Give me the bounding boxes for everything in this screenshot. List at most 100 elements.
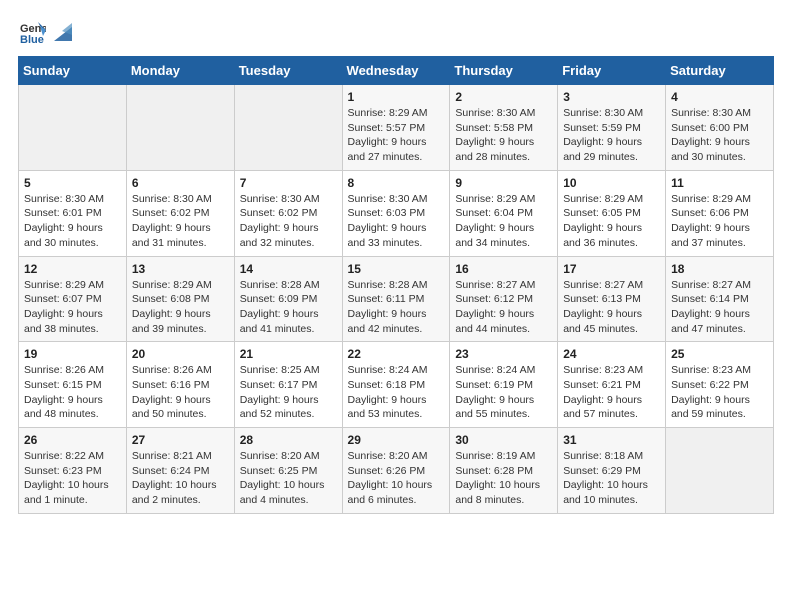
calendar-cell: 8 Sunrise: 8:30 AM Sunset: 6:03 PM Daylig… — [342, 170, 450, 256]
column-header-wednesday: Wednesday — [342, 57, 450, 85]
cell-info: Sunrise: 8:26 AM Sunset: 6:15 PM Dayligh… — [24, 363, 121, 422]
cell-info: Sunrise: 8:20 AM Sunset: 6:26 PM Dayligh… — [348, 449, 445, 508]
cell-info: Sunrise: 8:26 AM Sunset: 6:16 PM Dayligh… — [132, 363, 229, 422]
day-number: 12 — [24, 262, 121, 276]
column-header-monday: Monday — [126, 57, 234, 85]
cell-info: Sunrise: 8:28 AM Sunset: 6:11 PM Dayligh… — [348, 278, 445, 337]
day-number: 8 — [348, 176, 445, 190]
cell-info: Sunrise: 8:30 AM Sunset: 6:00 PM Dayligh… — [671, 106, 768, 165]
cell-info: Sunrise: 8:30 AM Sunset: 6:03 PM Dayligh… — [348, 192, 445, 251]
calendar-cell — [126, 85, 234, 171]
calendar-cell: 13 Sunrise: 8:29 AM Sunset: 6:08 PM Dayli… — [126, 256, 234, 342]
cell-info: Sunrise: 8:25 AM Sunset: 6:17 PM Dayligh… — [240, 363, 337, 422]
calendar-cell: 1 Sunrise: 8:29 AM Sunset: 5:57 PM Daylig… — [342, 85, 450, 171]
calendar-cell: 31 Sunrise: 8:18 AM Sunset: 6:29 PM Dayli… — [558, 428, 666, 514]
cell-info: Sunrise: 8:22 AM Sunset: 6:23 PM Dayligh… — [24, 449, 121, 508]
day-number: 27 — [132, 433, 229, 447]
day-number: 13 — [132, 262, 229, 276]
day-number: 16 — [455, 262, 552, 276]
day-number: 30 — [455, 433, 552, 447]
calendar-table: SundayMondayTuesdayWednesdayThursdayFrid… — [18, 56, 774, 514]
page-header: General Blue — [18, 18, 774, 46]
logo-triangle-icon — [52, 21, 74, 43]
column-header-thursday: Thursday — [450, 57, 558, 85]
calendar-cell: 5 Sunrise: 8:30 AM Sunset: 6:01 PM Daylig… — [19, 170, 127, 256]
day-number: 9 — [455, 176, 552, 190]
calendar-cell: 12 Sunrise: 8:29 AM Sunset: 6:07 PM Dayli… — [19, 256, 127, 342]
cell-info: Sunrise: 8:30 AM Sunset: 5:58 PM Dayligh… — [455, 106, 552, 165]
day-number: 25 — [671, 347, 768, 361]
day-number: 21 — [240, 347, 337, 361]
calendar-cell: 11Sunrise: 8:29 AM Sunset: 6:06 PM Dayli… — [666, 170, 774, 256]
day-number: 19 — [24, 347, 121, 361]
day-number: 2 — [455, 90, 552, 104]
calendar-cell: 26 Sunrise: 8:22 AM Sunset: 6:23 PM Dayli… — [19, 428, 127, 514]
day-number: 20 — [132, 347, 229, 361]
day-number: 14 — [240, 262, 337, 276]
cell-info: Sunrise: 8:30 AM Sunset: 6:01 PM Dayligh… — [24, 192, 121, 251]
page-container: General Blue — [0, 0, 792, 524]
calendar-cell: 14 Sunrise: 8:28 AM Sunset: 6:09 PM Dayli… — [234, 256, 342, 342]
cell-info: Sunrise: 8:29 AM Sunset: 6:05 PM Dayligh… — [563, 192, 660, 251]
day-number: 22 — [348, 347, 445, 361]
calendar-cell: 7 Sunrise: 8:30 AM Sunset: 6:02 PM Daylig… — [234, 170, 342, 256]
logo: General Blue — [18, 18, 76, 46]
calendar-cell: 17Sunrise: 8:27 AM Sunset: 6:13 PM Dayli… — [558, 256, 666, 342]
logo-icon: General Blue — [18, 18, 46, 46]
calendar-cell — [666, 428, 774, 514]
calendar-cell — [234, 85, 342, 171]
day-number: 10 — [563, 176, 660, 190]
day-number: 29 — [348, 433, 445, 447]
calendar-cell: 15 Sunrise: 8:28 AM Sunset: 6:11 PM Dayli… — [342, 256, 450, 342]
cell-info: Sunrise: 8:27 AM Sunset: 6:13 PM Dayligh… — [563, 278, 660, 337]
cell-info: Sunrise: 8:18 AM Sunset: 6:29 PM Dayligh… — [563, 449, 660, 508]
day-number: 11 — [671, 176, 768, 190]
calendar-cell: 21 Sunrise: 8:25 AM Sunset: 6:17 PM Dayli… — [234, 342, 342, 428]
logo-text-area — [50, 21, 76, 43]
calendar-cell: 10 Sunrise: 8:29 AM Sunset: 6:05 PM Dayli… — [558, 170, 666, 256]
calendar-cell: 2 Sunrise: 8:30 AM Sunset: 5:58 PM Daylig… — [450, 85, 558, 171]
day-number: 6 — [132, 176, 229, 190]
calendar-cell: 20 Sunrise: 8:26 AM Sunset: 6:16 PM Dayli… — [126, 342, 234, 428]
calendar-header-row: SundayMondayTuesdayWednesdayThursdayFrid… — [19, 57, 774, 85]
cell-info: Sunrise: 8:30 AM Sunset: 5:59 PM Dayligh… — [563, 106, 660, 165]
cell-info: Sunrise: 8:29 AM Sunset: 6:07 PM Dayligh… — [24, 278, 121, 337]
calendar-cell: 27 Sunrise: 8:21 AM Sunset: 6:24 PM Dayli… — [126, 428, 234, 514]
cell-info: Sunrise: 8:24 AM Sunset: 6:18 PM Dayligh… — [348, 363, 445, 422]
day-number: 24 — [563, 347, 660, 361]
column-header-saturday: Saturday — [666, 57, 774, 85]
day-number: 28 — [240, 433, 337, 447]
cell-info: Sunrise: 8:24 AM Sunset: 6:19 PM Dayligh… — [455, 363, 552, 422]
calendar-cell: 24Sunrise: 8:23 AM Sunset: 6:21 PM Dayli… — [558, 342, 666, 428]
cell-info: Sunrise: 8:29 AM Sunset: 6:08 PM Dayligh… — [132, 278, 229, 337]
day-number: 5 — [24, 176, 121, 190]
cell-info: Sunrise: 8:27 AM Sunset: 6:12 PM Dayligh… — [455, 278, 552, 337]
calendar-cell — [19, 85, 127, 171]
day-number: 3 — [563, 90, 660, 104]
calendar-cell: 23 Sunrise: 8:24 AM Sunset: 6:19 PM Dayli… — [450, 342, 558, 428]
day-number: 23 — [455, 347, 552, 361]
calendar-cell: 4 Sunrise: 8:30 AM Sunset: 6:00 PM Daylig… — [666, 85, 774, 171]
calendar-cell: 6Sunrise: 8:30 AM Sunset: 6:02 PM Daylig… — [126, 170, 234, 256]
column-header-friday: Friday — [558, 57, 666, 85]
day-number: 7 — [240, 176, 337, 190]
column-header-sunday: Sunday — [19, 57, 127, 85]
cell-info: Sunrise: 8:29 AM Sunset: 6:04 PM Dayligh… — [455, 192, 552, 251]
day-number: 1 — [348, 90, 445, 104]
cell-info: Sunrise: 8:28 AM Sunset: 6:09 PM Dayligh… — [240, 278, 337, 337]
cell-info: Sunrise: 8:21 AM Sunset: 6:24 PM Dayligh… — [132, 449, 229, 508]
column-header-tuesday: Tuesday — [234, 57, 342, 85]
calendar-cell: 22 Sunrise: 8:24 AM Sunset: 6:18 PM Dayli… — [342, 342, 450, 428]
day-number: 4 — [671, 90, 768, 104]
cell-info: Sunrise: 8:19 AM Sunset: 6:28 PM Dayligh… — [455, 449, 552, 508]
calendar-cell: 9 Sunrise: 8:29 AM Sunset: 6:04 PM Daylig… — [450, 170, 558, 256]
cell-info: Sunrise: 8:23 AM Sunset: 6:22 PM Dayligh… — [671, 363, 768, 422]
day-number: 15 — [348, 262, 445, 276]
calendar-cell: 19 Sunrise: 8:26 AM Sunset: 6:15 PM Dayli… — [19, 342, 127, 428]
day-number: 31 — [563, 433, 660, 447]
day-number: 26 — [24, 433, 121, 447]
cell-info: Sunrise: 8:29 AM Sunset: 5:57 PM Dayligh… — [348, 106, 445, 165]
cell-info: Sunrise: 8:30 AM Sunset: 6:02 PM Dayligh… — [240, 192, 337, 251]
calendar-week-2: 5 Sunrise: 8:30 AM Sunset: 6:01 PM Daylig… — [19, 170, 774, 256]
calendar-week-1: 1 Sunrise: 8:29 AM Sunset: 5:57 PM Daylig… — [19, 85, 774, 171]
